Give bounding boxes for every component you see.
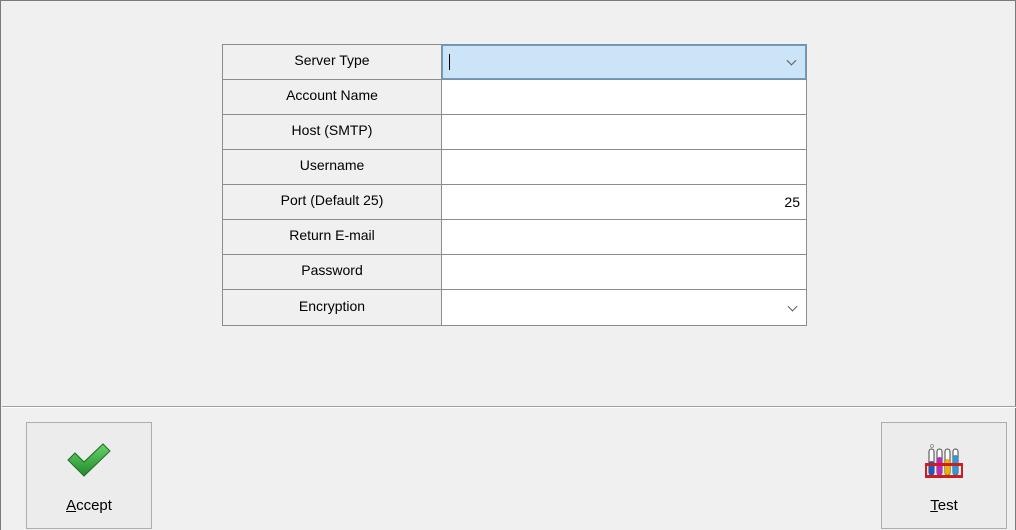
encryption-dropdown[interactable] (442, 290, 806, 325)
account-name-field[interactable] (442, 80, 806, 114)
row-encryption: Encryption (223, 290, 806, 325)
row-host: Host (SMTP) (223, 115, 806, 150)
test-button[interactable]: Test (881, 422, 1007, 529)
row-server-type: Server Type (223, 45, 806, 80)
row-password: Password (223, 255, 806, 290)
port-label: Port (Default 25) (223, 185, 442, 219)
test-label: Test (930, 497, 958, 514)
text-caret (449, 54, 450, 70)
username-label: Username (223, 150, 442, 184)
checkmark-icon (66, 443, 112, 480)
host-smtp-label: Host (SMTP) (223, 115, 442, 149)
username-field[interactable] (442, 150, 806, 184)
return-email-field[interactable] (442, 220, 806, 254)
footer-divider (2, 406, 1016, 408)
encryption-label: Encryption (223, 290, 442, 325)
row-return-email: Return E-mail (223, 220, 806, 255)
server-type-label: Server Type (223, 45, 442, 79)
chevron-down-icon[interactable] (787, 301, 798, 312)
row-port: Port (Default 25) 25 (223, 185, 806, 220)
chevron-down-icon[interactable] (786, 55, 797, 66)
return-email-label: Return E-mail (223, 220, 442, 254)
accept-label: Accept (66, 497, 112, 514)
accept-button[interactable]: Accept (26, 422, 152, 529)
test-tubes-icon (922, 443, 966, 486)
port-field[interactable]: 25 (442, 185, 806, 219)
account-name-label: Account Name (223, 80, 442, 114)
row-username: Username (223, 150, 806, 185)
row-account-name: Account Name (223, 80, 806, 115)
email-settings-window: Server Type Account Name Host (SMTP) Use… (0, 0, 1016, 530)
server-type-dropdown[interactable] (442, 45, 806, 79)
password-field[interactable] (442, 255, 806, 289)
email-settings-grid: Server Type Account Name Host (SMTP) Use… (222, 44, 807, 326)
host-smtp-field[interactable] (442, 115, 806, 149)
password-label: Password (223, 255, 442, 289)
